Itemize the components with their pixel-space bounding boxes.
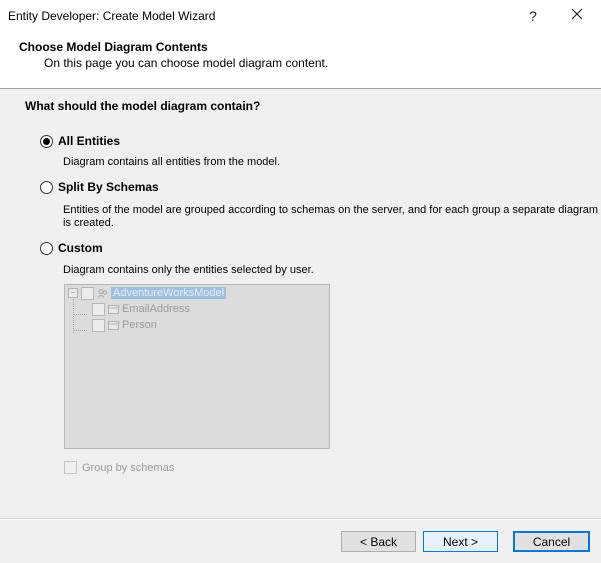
- all-entities-description: Diagram contains all entities from the m…: [63, 156, 281, 168]
- window-title: Entity Developer: Create Model Wizard: [8, 9, 216, 23]
- tree-item-label: Person: [122, 319, 157, 331]
- tree-connector: [73, 314, 87, 315]
- split-by-schemas-description: Entities of the model are grouped accord…: [63, 204, 599, 229]
- table-icon: [108, 320, 119, 330]
- radio-custom[interactable]: Custom: [40, 240, 103, 256]
- radio-all-entities-label: All Entities: [58, 134, 121, 148]
- tree-root-label: AdventureWorksModel: [111, 287, 227, 299]
- help-icon[interactable]: ?: [522, 6, 544, 26]
- wizard-content: What should the model diagram contain? A…: [0, 89, 601, 519]
- radio-split-by-schemas-label: Split By Schemas: [58, 180, 159, 194]
- entity-tree[interactable]: − AdventureWorksModel EmailAddress Perso…: [64, 284, 330, 449]
- title-bar: Entity Developer: Create Model Wizard ?: [0, 0, 601, 32]
- checkbox[interactable]: [92, 302, 105, 316]
- radio-unchecked-indicator[interactable]: [40, 180, 53, 194]
- tree-item-row[interactable]: EmailAddress: [92, 302, 190, 316]
- next-button[interactable]: Next >: [423, 531, 498, 552]
- collapse-icon[interactable]: −: [68, 288, 78, 298]
- radio-all-entities[interactable]: All Entities: [40, 133, 120, 149]
- table-icon: [108, 304, 119, 314]
- custom-description: Diagram contains only the entities selec…: [63, 264, 314, 276]
- group-by-schemas-checkbox[interactable]: Group by schemas: [64, 461, 174, 474]
- cancel-button[interactable]: Cancel: [513, 531, 590, 552]
- checkbox[interactable]: [81, 286, 94, 300]
- question-label: What should the model diagram contain?: [25, 99, 261, 113]
- radio-custom-label: Custom: [58, 241, 103, 255]
- tree-root-row[interactable]: − AdventureWorksModel: [68, 286, 227, 300]
- radio-checked-indicator[interactable]: [40, 134, 53, 148]
- group-by-schemas-label: Group by schemas: [82, 461, 175, 474]
- tree-item-label: EmailAddress: [122, 303, 190, 315]
- back-button[interactable]: < Back: [341, 531, 416, 552]
- close-icon[interactable]: [566, 6, 588, 26]
- tree-connector: [73, 299, 74, 333]
- checkbox[interactable]: [64, 461, 77, 474]
- radio-split-by-schemas[interactable]: Split By Schemas: [40, 179, 159, 195]
- tree-connector: [73, 330, 87, 331]
- page-title: Choose Model Diagram Contents: [19, 40, 208, 54]
- tree-item-row[interactable]: Person: [92, 318, 157, 332]
- model-icon: [97, 288, 108, 298]
- wizard-header: Choose Model Diagram Contents On this pa…: [0, 32, 601, 89]
- footer-divider-highlight: [0, 519, 601, 520]
- checkbox[interactable]: [92, 318, 105, 332]
- radio-unchecked-indicator[interactable]: [40, 241, 53, 255]
- page-subtitle: On this page you can choose model diagra…: [44, 56, 329, 70]
